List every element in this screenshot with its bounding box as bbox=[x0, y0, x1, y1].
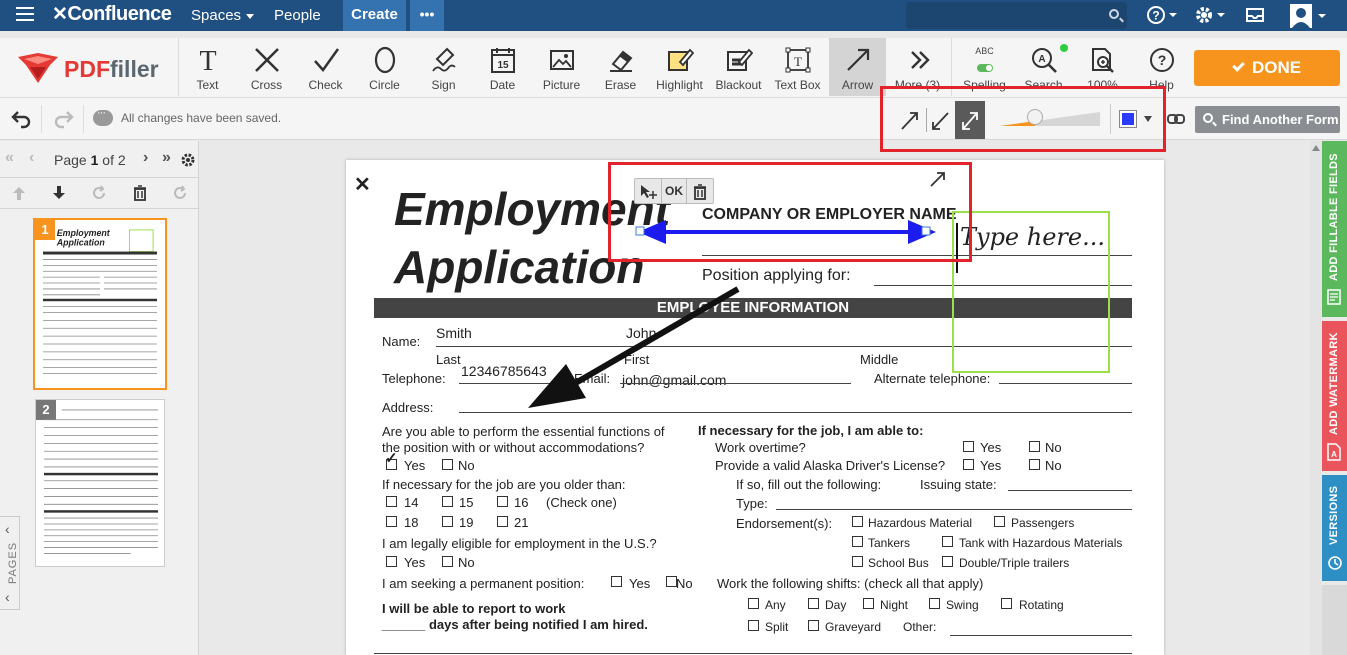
zoom-icon bbox=[1091, 48, 1114, 73]
spaces-menu[interactable]: Spaces bbox=[191, 7, 255, 24]
highlighted-arrow-options bbox=[880, 86, 1166, 152]
next-page-icon[interactable]: › bbox=[143, 149, 148, 167]
check-tool[interactable]: Check bbox=[296, 38, 355, 96]
picture-tool[interactable]: Picture bbox=[532, 38, 591, 96]
svg-text:Application: Application bbox=[56, 238, 106, 248]
move-page-down-icon[interactable] bbox=[52, 185, 66, 201]
watermark-icon: A bbox=[1327, 443, 1341, 461]
cross-tool[interactable]: Cross bbox=[237, 38, 296, 96]
page-thumbnail-1[interactable]: 1 Employment Application bbox=[33, 218, 167, 390]
save-status: All changes have been saved. bbox=[121, 111, 282, 125]
move-page-up-icon[interactable] bbox=[12, 185, 26, 201]
text-tool[interactable]: T Text bbox=[178, 38, 237, 96]
eraser-icon bbox=[609, 50, 632, 72]
help-icon[interactable]: ? bbox=[1146, 4, 1180, 31]
people-link[interactable]: People bbox=[274, 7, 321, 24]
textbox-icon: T bbox=[785, 47, 810, 73]
cross-icon bbox=[254, 48, 279, 72]
text-box-annotation[interactable]: Type here... bbox=[952, 211, 1110, 373]
settings-gear-icon[interactable] bbox=[180, 152, 196, 168]
search-text-icon: A bbox=[1031, 48, 1057, 73]
svg-text:15: 15 bbox=[497, 60, 509, 71]
blackout-tool[interactable]: Blackout bbox=[709, 38, 768, 96]
chevron-left-icon: ‹ bbox=[5, 521, 10, 537]
right-side-tabs: ADD FILLABLE FIELDS ADD WATERMARK A VERS… bbox=[1310, 141, 1347, 655]
erase-tool[interactable]: Erase bbox=[591, 38, 650, 96]
circle-tool[interactable]: Circle bbox=[355, 38, 414, 96]
picture-icon bbox=[549, 50, 574, 70]
highlighter-icon bbox=[667, 48, 694, 71]
user-avatar[interactable] bbox=[1290, 4, 1330, 33]
redo-icon[interactable] bbox=[53, 109, 75, 129]
svg-text:T: T bbox=[794, 54, 802, 69]
blackout-icon bbox=[726, 48, 753, 71]
svg-text:A: A bbox=[1038, 54, 1045, 65]
checkmark-icon bbox=[1232, 59, 1245, 72]
prev-page-icon[interactable]: ‹ bbox=[29, 149, 34, 167]
search-icon bbox=[1203, 113, 1213, 123]
sign-tool[interactable]: Sign bbox=[414, 38, 473, 96]
svg-text:?: ? bbox=[1157, 52, 1166, 68]
refresh-page-icon[interactable] bbox=[172, 185, 188, 201]
rotate-page-icon[interactable] bbox=[92, 185, 108, 201]
search-status-dot bbox=[1060, 44, 1068, 52]
search-input[interactable] bbox=[906, 2, 1127, 29]
page-actions bbox=[0, 179, 199, 209]
svg-text:Employment: Employment bbox=[57, 228, 111, 238]
highlighted-annotation-region bbox=[608, 162, 972, 262]
page-navigator: « ‹ Page 1 of 2 › » bbox=[0, 141, 199, 178]
page-thumbnail-2[interactable]: 2 bbox=[35, 399, 165, 567]
comment-icon bbox=[93, 107, 113, 126]
form-fields-icon bbox=[1327, 289, 1341, 305]
current-page[interactable]: 1 bbox=[91, 152, 99, 168]
vertical-scrollbar[interactable] bbox=[1310, 141, 1322, 655]
highlight-tool[interactable]: Highlight bbox=[650, 38, 709, 96]
svg-text:?: ? bbox=[1152, 9, 1159, 23]
page-thumbnail-preview: Employment Application bbox=[42, 228, 158, 374]
versions-tab[interactable]: VERSIONS bbox=[1322, 475, 1347, 581]
settings-gear-icon[interactable] bbox=[1194, 4, 1228, 31]
date-tool[interactable]: 15 Date bbox=[473, 38, 532, 96]
circle-icon bbox=[374, 46, 395, 74]
menu-icon[interactable] bbox=[16, 7, 34, 23]
notifications-icon[interactable] bbox=[1244, 4, 1266, 31]
double-chevron-right-icon bbox=[910, 51, 930, 69]
calendar-icon: 15 bbox=[490, 48, 515, 73]
last-page-icon[interactable]: » bbox=[162, 149, 171, 167]
pages-panel: « ‹ Page 1 of 2 › » 1 Employment Applica… bbox=[0, 141, 199, 655]
arrow-icon bbox=[846, 48, 869, 71]
create-button[interactable]: Create bbox=[343, 0, 406, 31]
check-icon bbox=[313, 48, 339, 73]
delete-page-icon[interactable] bbox=[133, 185, 147, 201]
arrow-tool[interactable]: Arrow bbox=[829, 38, 886, 96]
chevron-left-icon: ‹ bbox=[5, 589, 10, 605]
textbox-placeholder: Type here... bbox=[960, 223, 1105, 251]
undo-icon[interactable] bbox=[10, 109, 32, 129]
page-thumbnail-preview bbox=[43, 409, 158, 554]
done-button[interactable]: DONE bbox=[1194, 50, 1340, 86]
add-watermark-tab[interactable]: ADD WATERMARK A bbox=[1322, 321, 1347, 471]
textbox-tool[interactable]: T Text Box bbox=[768, 38, 827, 96]
help-circle-icon: ? bbox=[1149, 48, 1174, 72]
svg-text:T: T bbox=[199, 46, 216, 74]
first-page-icon[interactable]: « bbox=[5, 149, 14, 167]
text-icon: T bbox=[199, 46, 216, 74]
confluence-logo[interactable]: ✕Confluence bbox=[52, 3, 172, 26]
pdffiller-logo: PDFfiller bbox=[18, 53, 178, 85]
link-icon[interactable] bbox=[1166, 111, 1186, 127]
more-actions-button[interactable]: ••• bbox=[410, 0, 444, 31]
svg-text:A: A bbox=[1331, 450, 1337, 459]
search-icon bbox=[1109, 9, 1119, 19]
find-another-form-button[interactable]: Find Another Form bbox=[1195, 106, 1340, 133]
confluence-header: ✕Confluence Spaces People Create ••• ? bbox=[0, 0, 1347, 31]
signature-pen-icon bbox=[431, 47, 456, 72]
history-clock-icon bbox=[1328, 556, 1342, 570]
add-fillable-fields-tab[interactable]: ADD FILLABLE FIELDS bbox=[1322, 141, 1347, 317]
pages-collapse-tab[interactable]: ‹ PAGES ‹ bbox=[0, 516, 20, 610]
pdffiller-logo-icon bbox=[18, 53, 58, 83]
